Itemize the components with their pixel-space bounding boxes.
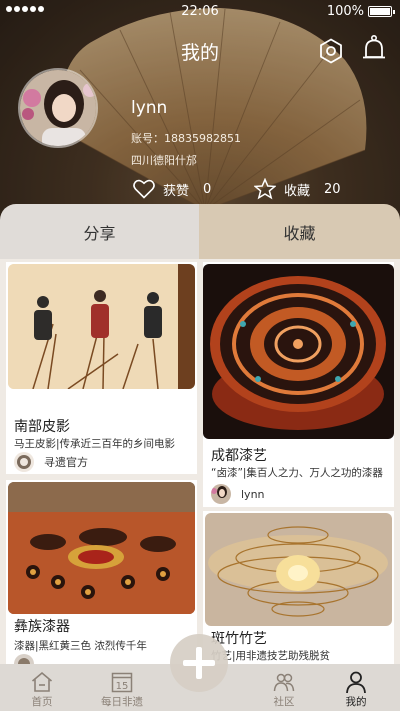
nav-mine-label: 我的	[345, 696, 367, 708]
favorites-grid: 南部皮影 马王皮影|传承近三百年的乡间电影 寻遗官方 成都漆艺 “卤漆”|集百人…	[0, 259, 400, 664]
card-yi-lacquer[interactable]: 彝族漆器 漆器|黑红黄三色 浓烈传千年	[6, 480, 197, 664]
tab-share[interactable]: 分享	[0, 204, 199, 259]
author-name: lynn	[241, 487, 265, 501]
card-image	[8, 482, 195, 614]
card-description: 马王皮影|传承近三百年的乡间电影	[14, 438, 176, 450]
card-author: 寻遗官方	[14, 452, 88, 472]
nav-community-label: 社区	[273, 696, 295, 708]
community-icon	[273, 673, 295, 692]
card-title: 南部皮影	[14, 419, 70, 435]
home-icon	[31, 671, 53, 692]
author-avatar	[14, 654, 34, 664]
card-author: lynn	[211, 484, 265, 504]
nav-mine[interactable]: 我的	[316, 664, 396, 711]
nav-home-label: 首页	[31, 696, 53, 708]
likes-stat[interactable]: 获赞 0	[133, 176, 211, 202]
author-avatar	[14, 452, 34, 472]
status-bar: 22:06 100%	[0, 0, 400, 22]
calendar-icon: 15	[111, 672, 133, 693]
card-image	[8, 264, 195, 389]
person-icon	[346, 671, 366, 694]
bell-icon[interactable]	[361, 34, 387, 65]
nav-daily-label: 每日非遗	[101, 696, 143, 708]
tab-bar: 分享 收藏	[0, 204, 400, 259]
battery-percent: 100%	[326, 4, 364, 19]
card-chengdu-lacquer[interactable]: 成都漆艺 “卤漆”|集百人之力、万人之功的漆器 lynn	[203, 262, 394, 507]
profile-header: 22:06 100% 我的 lynn 账号：18835982851 四川德阳什邡	[0, 0, 400, 232]
card-title: 彝族漆器	[14, 619, 70, 635]
add-post-button[interactable]	[170, 634, 228, 692]
favorites-count: 20	[324, 181, 341, 197]
account-number: 账号：18835982851	[131, 132, 241, 145]
likes-label: 获赞	[163, 183, 190, 199]
username: lynn	[131, 98, 168, 118]
heart-icon	[133, 179, 155, 199]
card-image	[205, 513, 392, 626]
card-description: 漆器|黑红黄三色 浓烈传千年	[14, 640, 147, 652]
card-description: 竹艺|用非遗技艺助残脱贫	[211, 650, 331, 662]
tab-favorites[interactable]: 收藏	[199, 204, 400, 259]
card-nanbu-shadow-puppet[interactable]: 南部皮影 马王皮影|传承近三百年的乡间电影 寻遗官方	[6, 262, 197, 474]
location: 四川德阳什邡	[131, 154, 197, 167]
settings-icon[interactable]	[318, 38, 344, 64]
card-image	[203, 264, 394, 439]
card-author	[14, 654, 44, 664]
nav-daily-heritage[interactable]: 15 每日非遗	[82, 664, 162, 711]
author-avatar	[211, 484, 231, 504]
card-title: 成都漆艺	[211, 448, 267, 464]
favorites-stat[interactable]: 收藏 20	[254, 176, 341, 202]
calendar-day: 15	[116, 681, 129, 692]
likes-count: 0	[203, 181, 212, 197]
nav-community[interactable]: 社区	[244, 664, 324, 711]
star-icon	[254, 178, 276, 200]
author-name: 寻遗官方	[44, 456, 88, 469]
card-banzhu-bamboo[interactable]: 斑竹竹艺 竹艺|用非遗技艺助残脱贫	[203, 511, 394, 664]
card-description: “卤漆”|集百人之力、万人之功的漆器	[211, 467, 383, 479]
favorites-label: 收藏	[284, 183, 311, 199]
battery-icon	[368, 6, 395, 17]
nav-home[interactable]: 首页	[2, 664, 82, 711]
avatar[interactable]	[18, 68, 98, 148]
